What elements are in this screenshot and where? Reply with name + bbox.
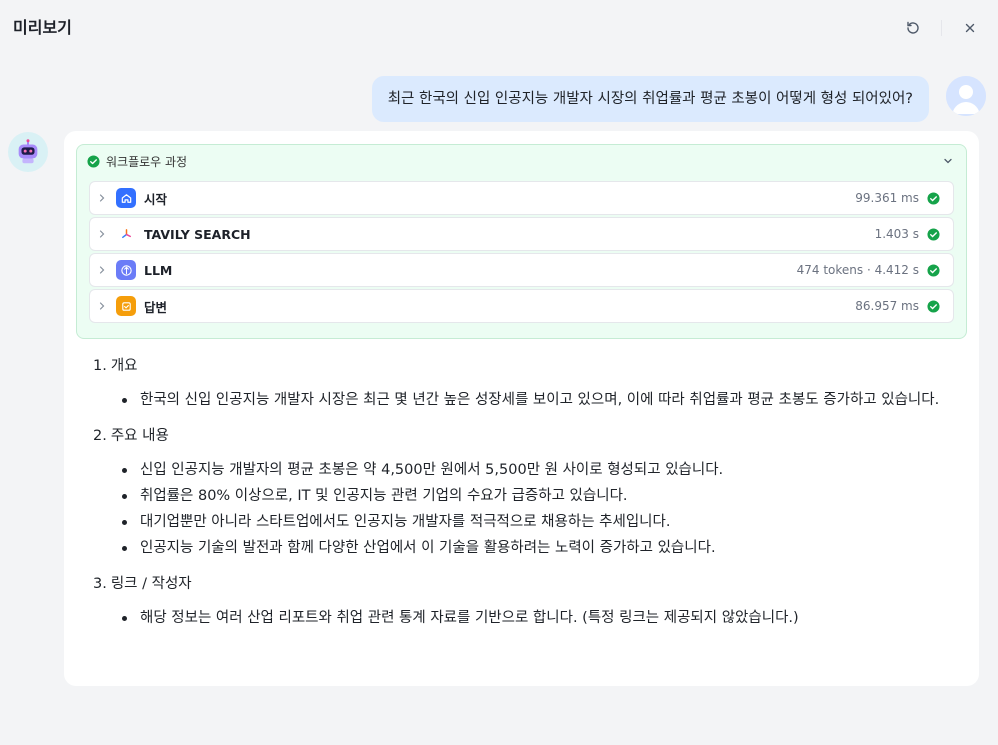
check-circle-icon bbox=[927, 263, 940, 277]
home-icon bbox=[116, 188, 136, 208]
chevron-right-icon bbox=[99, 302, 105, 310]
chevron-down-icon[interactable] bbox=[942, 155, 954, 167]
workflow-step-start[interactable]: 시작 99.361 ms bbox=[89, 181, 954, 215]
list-item: 해당 정보는 여러 산업 리포트와 취업 관련 통계 자료를 기반으로 합니다.… bbox=[121, 606, 959, 630]
divider bbox=[941, 20, 942, 36]
workflow-step-answer[interactable]: 답변 86.957 ms bbox=[89, 289, 954, 323]
robot-icon bbox=[18, 139, 38, 164]
section-title: 2. 주요 내용 bbox=[93, 428, 169, 444]
bot-message-card: 워크플로우 과정 시작 99.361 ms TAVILY SEARCH 1.40… bbox=[64, 131, 979, 686]
step-label: 답변 bbox=[144, 299, 168, 315]
list-item: 신입 인공지능 개발자의 평균 초봉은 약 4,500만 원에서 5,500만 … bbox=[121, 458, 959, 482]
step-label: 시작 bbox=[144, 191, 168, 207]
window-title: 미리보기 bbox=[13, 18, 72, 37]
refresh-icon bbox=[907, 21, 919, 34]
section-title: 1. 개요 bbox=[93, 358, 138, 374]
step-duration: 99.361 ms bbox=[855, 191, 919, 205]
list-item: 인공지능 기술의 발전과 함께 다양한 산업에서 이 기술을 활용하려는 노력이… bbox=[121, 536, 959, 560]
user-message-row: 최근 한국의 신입 인공지능 개발자 시장의 취업률과 평균 초봉이 어떻게 형… bbox=[371, 76, 986, 122]
check-circle-icon bbox=[927, 191, 940, 205]
check-circle-icon bbox=[87, 154, 100, 168]
chevron-right-icon bbox=[99, 230, 105, 238]
tavily-icon bbox=[116, 224, 136, 244]
chevron-right-icon bbox=[99, 266, 105, 274]
bot-avatar bbox=[8, 132, 48, 172]
step-duration: 1.403 s bbox=[874, 227, 919, 241]
step-duration: 474 tokens · 4.412 s bbox=[796, 263, 919, 277]
step-label: TAVILY SEARCH bbox=[144, 226, 251, 242]
step-duration: 86.957 ms bbox=[855, 299, 919, 313]
chevron-right-icon bbox=[99, 194, 105, 202]
workflow-step-tavily-search[interactable]: TAVILY SEARCH 1.403 s bbox=[89, 217, 954, 251]
list-item: 한국의 신입 인공지능 개발자 시장은 최근 몇 년간 높은 성장세를 보이고 … bbox=[121, 388, 959, 412]
workflow-step-llm[interactable]: LLM 474 tokens · 4.412 s bbox=[89, 253, 954, 287]
window-actions bbox=[903, 18, 980, 38]
list-item: 취업률은 80% 이상으로, IT 및 인공지능 관련 기업의 수요가 급증하고… bbox=[121, 484, 959, 508]
bullet-list: 해당 정보는 여러 산업 리포트와 취업 관련 통계 자료를 기반으로 합니다.… bbox=[121, 606, 959, 630]
refresh-button[interactable] bbox=[903, 18, 923, 38]
workflow-panel: 워크플로우 과정 시작 99.361 ms TAVILY SEARCH 1.40… bbox=[76, 144, 967, 339]
close-icon bbox=[965, 23, 975, 33]
user-message-bubble: 최근 한국의 신입 인공지능 개발자 시장의 취업률과 평균 초봉이 어떻게 형… bbox=[371, 76, 929, 122]
answer-content: 1. 개요 한국의 신입 인공지능 개발자 시장은 최근 몇 년간 높은 성장세를… bbox=[93, 355, 959, 630]
bullet-list: 한국의 신입 인공지능 개발자 시장은 최근 몇 년간 높은 성장세를 보이고 … bbox=[121, 388, 959, 412]
user-avatar bbox=[946, 76, 986, 116]
answer-icon bbox=[116, 296, 136, 316]
check-circle-icon bbox=[927, 227, 940, 241]
list-item: 대기업뿐만 아니라 스타트업에서도 인공지능 개발자를 적극적으로 채용하는 추… bbox=[121, 510, 959, 534]
llm-icon bbox=[116, 260, 136, 280]
close-button[interactable] bbox=[960, 18, 980, 38]
section-title: 3. 링크 / 작성자 bbox=[93, 576, 192, 592]
check-circle-icon bbox=[927, 299, 940, 313]
bullet-list: 신입 인공지능 개발자의 평균 초봉은 약 4,500만 원에서 5,500만 … bbox=[121, 458, 959, 560]
user-avatar-icon bbox=[946, 76, 986, 116]
step-label: LLM bbox=[144, 262, 173, 278]
workflow-title: 워크플로우 과정 bbox=[106, 154, 188, 169]
workflow-header[interactable]: 워크플로우 과정 bbox=[87, 153, 956, 169]
